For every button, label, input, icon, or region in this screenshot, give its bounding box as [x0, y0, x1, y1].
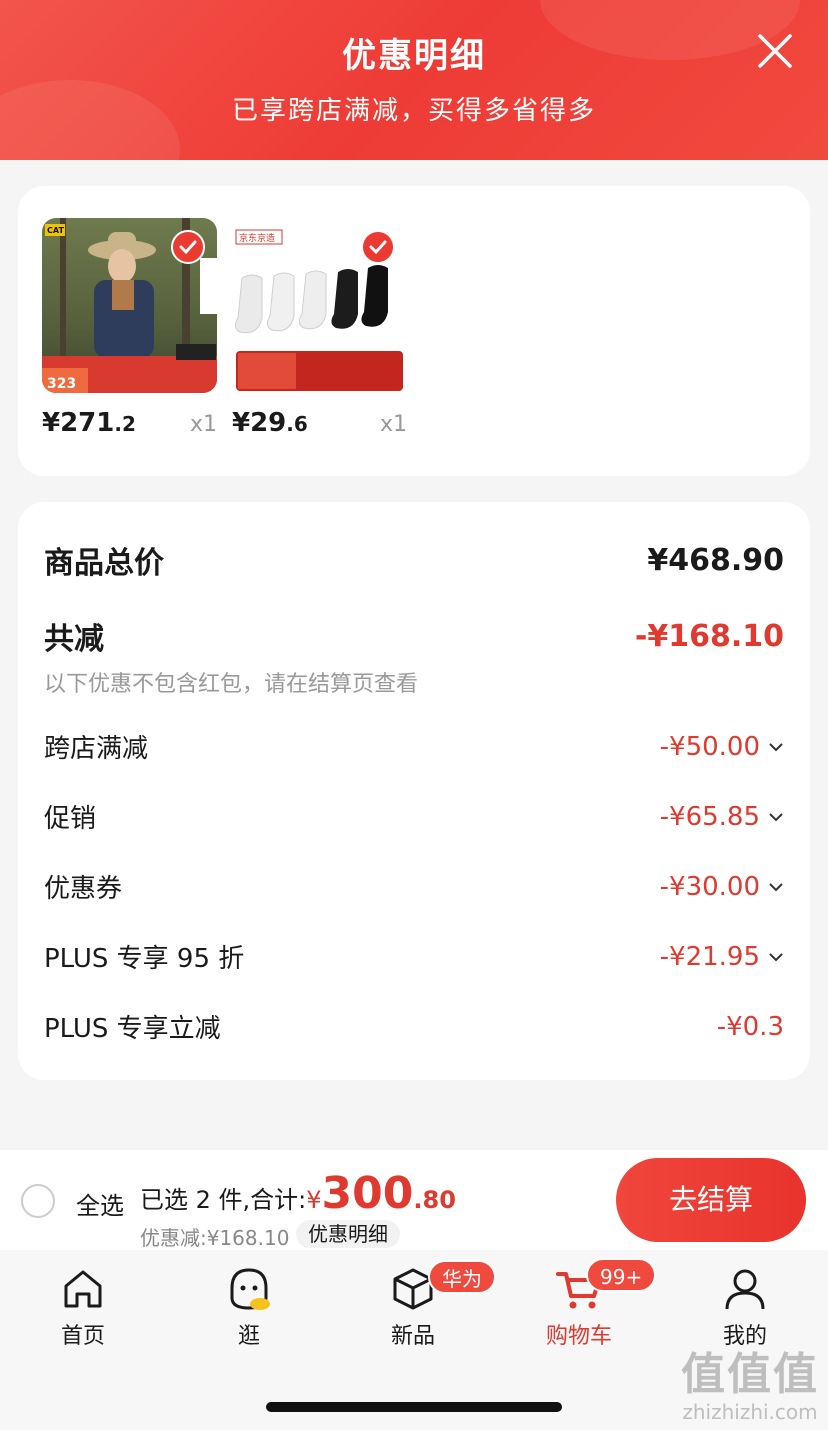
svg-text:京东京造: 京东京造: [239, 232, 275, 244]
discount-summary-card: 商品总价 ¥468.90 共减 -¥168.10 以下优惠不包含红包，请在结算页…: [18, 502, 810, 1080]
product-item-jacket[interactable]: CAT 323 ¥271.2 x1: [42, 218, 217, 438]
tab-browse[interactable]: 逛: [194, 1264, 304, 1350]
chevron-down-icon[interactable]: [768, 882, 784, 892]
total-reduction-label: 共减: [44, 622, 104, 657]
chevron-down-icon[interactable]: [768, 952, 784, 962]
discount-row-promotion[interactable]: 促销 -¥65.85: [44, 798, 784, 835]
svg-text:CAT: CAT: [47, 226, 64, 235]
discount-value: -¥0.3: [716, 1011, 784, 1042]
page-subtitle: 已享跨店满减，买得多省得多: [231, 96, 596, 126]
discount-label: PLUS 专享 95 折: [44, 944, 245, 974]
total-reduction-value: -¥168.10: [634, 618, 784, 654]
product-list-card: CAT 323 ¥271.2 x1 京东京造 ¥29.6 x1: [18, 186, 810, 476]
total-price-label: 商品总价: [44, 546, 164, 581]
discount-row-plus-95[interactable]: PLUS 专享 95 折 -¥21.95: [44, 938, 784, 975]
discount-label: 促销: [44, 804, 97, 834]
browse-face-icon: [230, 1268, 270, 1310]
watermark-logo: 值值值: [681, 1349, 819, 1400]
chevron-down-icon[interactable]: [768, 812, 784, 822]
watermark-url: zhizhizhi.com: [682, 1400, 818, 1424]
product-price: ¥29.6: [232, 408, 308, 438]
tab-label: 新品: [390, 1324, 435, 1349]
discount-row-plus-reduce: PLUS 专享立减 -¥0.3: [44, 1008, 784, 1045]
selected-check-icon[interactable]: [171, 230, 205, 264]
discount-label: PLUS 专享立减: [44, 1014, 221, 1044]
tab-me[interactable]: 我的: [690, 1264, 800, 1350]
page-title: 优惠明细: [342, 36, 486, 76]
tab-label: 我的: [722, 1324, 767, 1349]
select-all-label[interactable]: 全选: [76, 1186, 124, 1221]
discount-label: 优惠券: [44, 874, 123, 904]
discount-value: -¥21.95: [659, 941, 760, 972]
discount-row-cross-store[interactable]: 跨店满减 -¥50.00: [44, 728, 784, 765]
tab-label: 购物车: [545, 1324, 612, 1349]
selected-count-text: 已选 2 件,合计:: [140, 1186, 307, 1214]
close-icon[interactable]: [756, 32, 794, 70]
tab-new-badge: 华为: [428, 1260, 496, 1294]
total-price-row: 商品总价 ¥468.90: [44, 538, 784, 582]
discount-detail-button[interactable]: 优惠明细: [296, 1220, 400, 1248]
home-icon: [64, 1270, 102, 1308]
total-reduction-row: 共减 -¥168.10: [44, 614, 784, 658]
product-price: ¥271.2: [42, 408, 136, 438]
svg-text:323: 323: [47, 376, 76, 392]
product-image-socks[interactable]: 京东京造: [232, 218, 407, 393]
total-amount-integer: 300: [321, 1168, 414, 1219]
select-all-checkbox[interactable]: [21, 1184, 55, 1218]
discount-row-coupon[interactable]: 优惠券 -¥30.00: [44, 868, 784, 905]
total-price-value: ¥468.90: [647, 542, 784, 578]
currency-symbol: ¥: [306, 1186, 322, 1214]
product-image-jacket[interactable]: CAT 323: [42, 218, 217, 393]
user-icon: [725, 1269, 765, 1310]
discount-note: 以下优惠不包含红包，请在结算页查看: [44, 672, 419, 697]
selected-check-icon[interactable]: [361, 230, 395, 264]
checkout-button[interactable]: 去结算: [616, 1158, 806, 1242]
product-quantity: x1: [379, 412, 407, 437]
discount-label: 跨店满减: [44, 734, 149, 764]
tab-home[interactable]: 首页: [28, 1264, 138, 1350]
tab-label: 逛: [237, 1324, 260, 1349]
discount-value: -¥50.00: [659, 731, 760, 762]
discount-total-text: 优惠减:¥168.10: [140, 1226, 290, 1250]
tab-label: 首页: [60, 1324, 105, 1349]
chevron-down-icon[interactable]: [768, 742, 784, 752]
tab-cart-badge: 99+: [586, 1258, 657, 1292]
product-item-socks[interactable]: 京东京造 ¥29.6 x1: [232, 218, 407, 438]
discount-value: -¥30.00: [659, 871, 760, 902]
page-header: 优惠明细 已享跨店满减，买得多省得多: [0, 0, 828, 160]
discount-value: -¥65.85: [659, 801, 760, 832]
checkout-bar: 全选 已选 2 件,合计: ¥ 300 .80 优惠减:¥168.10 优惠明细…: [0, 1150, 828, 1250]
total-amount-decimal: .80: [413, 1186, 456, 1214]
watermark: 值值值 zhizhizhi.com: [676, 1349, 824, 1425]
home-indicator[interactable]: [266, 1402, 562, 1412]
total-summary: 已选 2 件,合计: ¥ 300 .80: [140, 1168, 456, 1219]
product-quantity: x1: [189, 412, 217, 437]
